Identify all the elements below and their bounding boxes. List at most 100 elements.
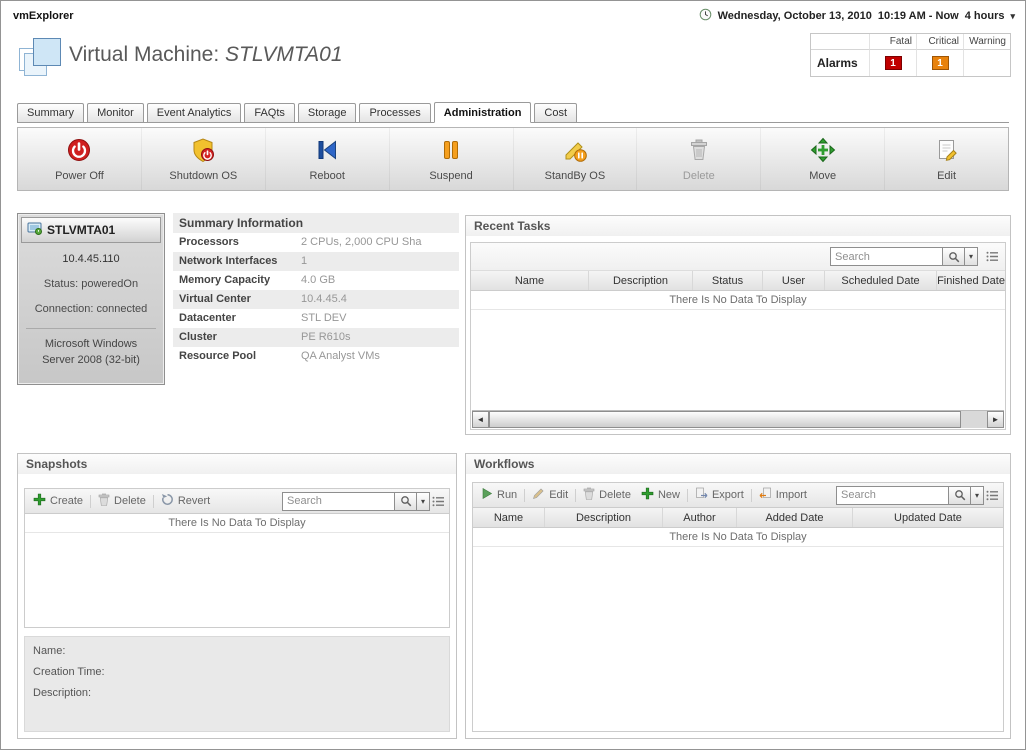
recent-tasks-title: Recent Tasks (466, 216, 1010, 236)
tab-event-analytics[interactable]: Event Analytics (147, 103, 242, 123)
delete-button[interactable]: Delete (637, 128, 761, 190)
tab-summary[interactable]: Summary (17, 103, 84, 123)
snapshot-detail-name-label: Name: (33, 645, 441, 657)
run-workflow-button[interactable]: Run (477, 486, 521, 504)
create-snapshot-button[interactable]: Create (29, 492, 87, 510)
toolbar-button-label: Run (497, 489, 517, 501)
tab-monitor[interactable]: Monitor (87, 103, 144, 123)
summary-label: Resource Pool (173, 347, 301, 366)
export-workflow-button[interactable]: Export (691, 486, 748, 504)
snapshots-search: ▾ (282, 492, 430, 511)
action-label: Suspend (429, 170, 472, 182)
move-button[interactable]: Move (761, 128, 885, 190)
time-range-date: Wednesday, October 13, 2010 (718, 10, 872, 22)
alarms-critical-cell[interactable]: 1 (916, 49, 963, 76)
tab-administration[interactable]: Administration (434, 102, 532, 123)
recent-tasks-panel: Recent Tasks ▾ Name Description Status U… (465, 215, 1011, 435)
standby-os-icon (562, 137, 588, 166)
search-icon[interactable] (942, 247, 964, 266)
edit-workflow-button[interactable]: Edit (528, 486, 572, 504)
reboot-button[interactable]: Reboot (266, 128, 390, 190)
toolbar-separator (751, 489, 752, 502)
action-label: Shutdown OS (169, 170, 237, 182)
search-options-dropdown[interactable]: ▾ (964, 247, 978, 266)
edit-button[interactable]: Edit (885, 128, 1008, 190)
column-header-name[interactable]: Name (471, 271, 589, 290)
scrollbar-thumb[interactable] (489, 411, 961, 428)
toolbar-button-label: Import (776, 489, 807, 501)
critical-count-badge[interactable]: 1 (932, 56, 949, 70)
scroll-left-button[interactable]: ◄ (472, 411, 489, 428)
summary-information: Summary Information Processors2 CPUs, 2,… (173, 213, 459, 366)
tab-processes[interactable]: Processes (359, 103, 430, 123)
standby-os-button[interactable]: StandBy OS (514, 128, 638, 190)
import-workflow-button[interactable]: Import (755, 486, 811, 504)
column-header-updated-date[interactable]: Updated Date (853, 508, 1003, 527)
workflows-grid: Run Edit Delete New (472, 482, 1004, 732)
tab-cost[interactable]: Cost (534, 103, 577, 123)
search-input[interactable] (830, 247, 942, 266)
column-header-description[interactable]: Description (545, 508, 663, 527)
column-header-status[interactable]: Status (693, 271, 763, 290)
app-title: vmExplorer (13, 10, 74, 22)
summary-row-cluster: ClusterPE R610s (173, 328, 459, 347)
alarms-warning-cell[interactable] (963, 49, 1010, 76)
tab-faqts[interactable]: FAQts (244, 103, 295, 123)
search-options-dropdown[interactable]: ▾ (416, 492, 430, 511)
column-header-name[interactable]: Name (473, 508, 545, 527)
column-header-scheduled-date[interactable]: Scheduled Date (825, 271, 937, 290)
column-header-user[interactable]: User (763, 271, 825, 290)
summary-label: Network Interfaces (173, 252, 301, 271)
delete-snapshot-button[interactable]: Delete (94, 492, 150, 510)
scroll-right-button[interactable]: ► (987, 411, 1004, 428)
shutdown-os-button[interactable]: Shutdown OS (142, 128, 266, 190)
toolbar-button-label: New (658, 489, 680, 501)
vm-connection-status: Connection: connected (18, 303, 164, 315)
delete-workflow-button[interactable]: Delete (579, 486, 635, 504)
shutdown-os-icon (190, 137, 216, 166)
search-input[interactable] (282, 492, 394, 511)
snapshots-title: Snapshots (18, 454, 456, 474)
workflows-empty-message: There Is No Data To Display (473, 528, 1003, 547)
toolbar-separator (575, 489, 576, 502)
summary-label: Datacenter (173, 309, 301, 328)
summary-value: PE R610s (301, 328, 351, 347)
alarms-fatal-cell[interactable]: 1 (869, 49, 916, 76)
table-customizer-icon[interactable] (986, 251, 999, 262)
toolbar-separator (90, 495, 91, 508)
search-icon[interactable] (948, 486, 970, 505)
summary-row-memory-capacity: Memory Capacity4.0 GB (173, 271, 459, 290)
toolbar-button-label: Delete (114, 495, 146, 507)
snapshot-detail-description-label: Description: (33, 687, 441, 699)
search-input[interactable] (836, 486, 948, 505)
column-header-added-date[interactable]: Added Date (737, 508, 853, 527)
search-icon[interactable] (394, 492, 416, 511)
recent-tasks-search-row: ▾ (471, 243, 1005, 271)
suspend-button[interactable]: Suspend (390, 128, 514, 190)
time-range-selector[interactable]: Wednesday, October 13, 2010 10:19 AM - N… (699, 8, 1015, 24)
power-off-button[interactable]: Power Off (18, 128, 142, 190)
summary-label: Processors (173, 233, 301, 252)
tab-bar: Summary Monitor Event Analytics FAQts St… (17, 101, 1009, 123)
summary-label: Virtual Center (173, 290, 301, 309)
revert-snapshot-button[interactable]: Revert (157, 492, 214, 510)
column-header-author[interactable]: Author (663, 508, 737, 527)
horizontal-scrollbar: ◄ ► (472, 410, 1004, 428)
vm-monitor-icon (27, 222, 42, 238)
toolbar-separator (687, 489, 688, 502)
summary-row-processors: Processors2 CPUs, 2,000 CPU Sha (173, 233, 459, 252)
table-customizer-icon[interactable] (986, 490, 999, 501)
tab-storage[interactable]: Storage (298, 103, 357, 123)
toolbar-button-label: Export (712, 489, 744, 501)
snapshot-detail-creation-time-label: Creation Time: (33, 666, 441, 678)
snapshots-grid: Create Delete Revert ▾ (24, 488, 450, 628)
vm-card-header[interactable]: STLVMTA01 (21, 217, 161, 243)
search-options-dropdown[interactable]: ▾ (970, 486, 984, 505)
trash-icon (98, 493, 110, 509)
table-customizer-icon[interactable] (432, 496, 445, 507)
column-header-description[interactable]: Description (589, 271, 693, 290)
toolbar-separator (153, 495, 154, 508)
new-workflow-button[interactable]: New (637, 486, 684, 504)
fatal-count-badge[interactable]: 1 (885, 56, 902, 70)
column-header-finished-date[interactable]: Finished Date (937, 271, 1005, 290)
